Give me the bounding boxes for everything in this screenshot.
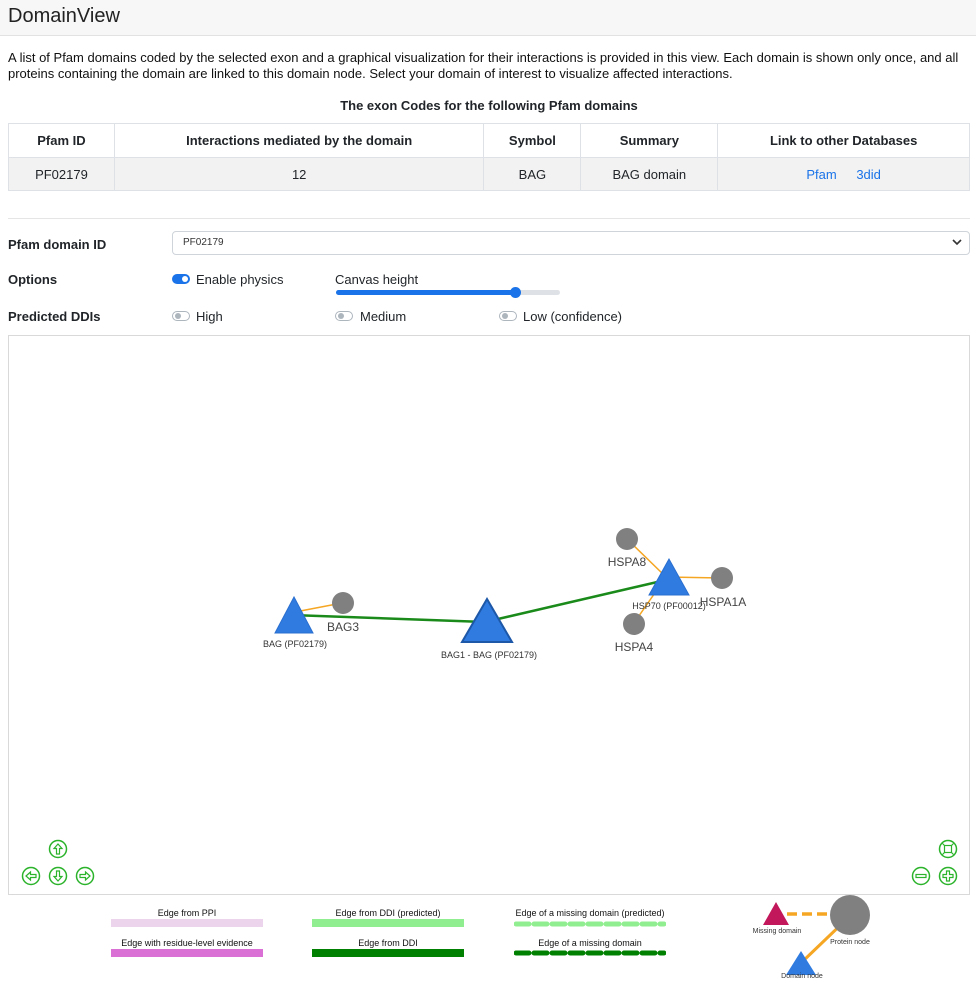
- node-label-bag: BAG (PF02179): [263, 639, 327, 649]
- low-toggle[interactable]: [499, 311, 517, 321]
- protein-node-hspa1a[interactable]: [711, 567, 733, 589]
- legend-residue-label: Edge with residue-level evidence: [121, 938, 253, 948]
- toggle-knob: [182, 276, 188, 282]
- pfam-domain-select[interactable]: PF02179: [172, 231, 970, 255]
- toggle-knob: [502, 313, 508, 319]
- 3did-link[interactable]: 3did: [856, 167, 881, 182]
- divider: [8, 218, 970, 219]
- legend-residue-bar: [111, 949, 263, 957]
- legend-node-types: Missing domain Protein node Domain node: [753, 895, 870, 980]
- legend-ddi-bar: [312, 949, 464, 957]
- protein-node-hspa4[interactable]: [623, 613, 645, 635]
- legend-missing-label: Edge of a missing domain: [538, 938, 642, 948]
- legend-missing-bar: [514, 950, 666, 956]
- node-label-bag1: BAG1 - BAG (PF02179): [441, 650, 537, 660]
- pan-down-icon[interactable]: [48, 866, 68, 886]
- zoom-out-icon[interactable]: [911, 866, 931, 886]
- col-header-pfam-id: Pfam ID: [8, 123, 115, 158]
- node-label-hsp70: HSP70 (PF00012): [632, 601, 706, 611]
- chevron-down-icon: [952, 239, 962, 246]
- legend-ddi-pred-bar: [312, 919, 464, 927]
- col-header-summary: Summary: [580, 123, 719, 158]
- legend-ppi-label: Edge from PPI: [157, 908, 217, 918]
- table-row: PF02179 12 BAG BAG domain Pfam 3did: [8, 157, 970, 191]
- page-header: DomainView: [0, 0, 976, 36]
- toggle-knob: [338, 313, 344, 319]
- protein-node-legend-label: Protein node: [830, 939, 870, 946]
- node-label-hspa4: HSPA4: [615, 640, 654, 654]
- pfam-table: Pfam ID Interactions mediated by the dom…: [8, 123, 970, 191]
- pan-right-icon[interactable]: [75, 866, 95, 886]
- pfam-domain-select-value: PF02179: [183, 237, 224, 248]
- options-label: Options: [8, 272, 58, 287]
- network-canvas[interactable]: BAG (PF02179) BAG3 BAG1 - BAG (PF02179) …: [8, 335, 970, 895]
- cell-links: Pfam 3did: [717, 157, 970, 191]
- node-label-bag3: BAG3: [327, 620, 359, 634]
- cell-summary: BAG domain: [580, 157, 719, 191]
- domain-node-legend-label: Domain node: [781, 973, 823, 980]
- slider-thumb[interactable]: [510, 287, 522, 298]
- canvas-height-label: Canvas height: [335, 272, 419, 287]
- col-header-symbol: Symbol: [483, 123, 582, 158]
- medium-label: Medium: [360, 309, 407, 324]
- slider-fill: [336, 290, 516, 295]
- toggle-knob: [175, 313, 181, 319]
- page-title: DomainView: [8, 5, 120, 27]
- predicted-ddis-label: Predicted DDIs: [8, 309, 101, 324]
- zoom-in-icon[interactable]: [938, 866, 958, 886]
- legend-ddi-label: Edge from DDI: [358, 938, 418, 948]
- pan-up-icon[interactable]: [48, 839, 68, 859]
- table-header-row: Pfam ID Interactions mediated by the dom…: [8, 123, 970, 158]
- cell-interactions: 12: [113, 157, 485, 191]
- physics-label: Enable physics: [196, 272, 284, 287]
- node-label-hspa1a: HSPA1A: [700, 595, 746, 609]
- node-label-hspa8: HSPA8: [608, 555, 647, 569]
- intro-text: A list of Pfam domains coded by the sele…: [8, 50, 959, 81]
- protein-node-hspa8[interactable]: [616, 528, 638, 550]
- missing-domain-legend-label: Missing domain: [753, 928, 802, 935]
- medium-toggle[interactable]: [335, 311, 353, 321]
- protein-node-legend-icon: [830, 895, 870, 935]
- pan-left-icon[interactable]: [21, 866, 41, 886]
- protein-node-bag3[interactable]: [332, 592, 354, 614]
- pfam-domain-label: Pfam domain ID: [8, 237, 107, 252]
- cell-symbol: BAG: [483, 157, 582, 191]
- legend-missing-pred-label: Edge of a missing domain (predicted): [515, 908, 665, 918]
- physics-toggle[interactable]: [172, 274, 190, 284]
- network-graph[interactable]: BAG (PF02179) BAG3 BAG1 - BAG (PF02179) …: [9, 336, 969, 894]
- fit-view-icon[interactable]: [938, 839, 958, 859]
- pfam-link[interactable]: Pfam: [806, 167, 836, 182]
- table-caption: The exon Codes for the following Pfam do…: [340, 98, 638, 113]
- col-header-interactions: Interactions mediated by the domain: [113, 123, 485, 158]
- high-toggle[interactable]: [172, 311, 190, 321]
- cell-pfam-id: PF02179: [8, 157, 115, 191]
- low-label: Low (confidence): [523, 309, 622, 324]
- missing-domain-legend-icon: [763, 902, 789, 925]
- canvas-height-slider[interactable]: [336, 287, 560, 298]
- legend-ddi-pred-label: Edge from DDI (predicted): [335, 908, 441, 918]
- high-label: High: [196, 309, 223, 324]
- ddi-edge-bag-bag1: [290, 613, 486, 624]
- legend-missing-pred-bar: [514, 921, 666, 927]
- col-header-links: Link to other Databases: [717, 123, 970, 158]
- legend-ppi-bar: [111, 919, 263, 927]
